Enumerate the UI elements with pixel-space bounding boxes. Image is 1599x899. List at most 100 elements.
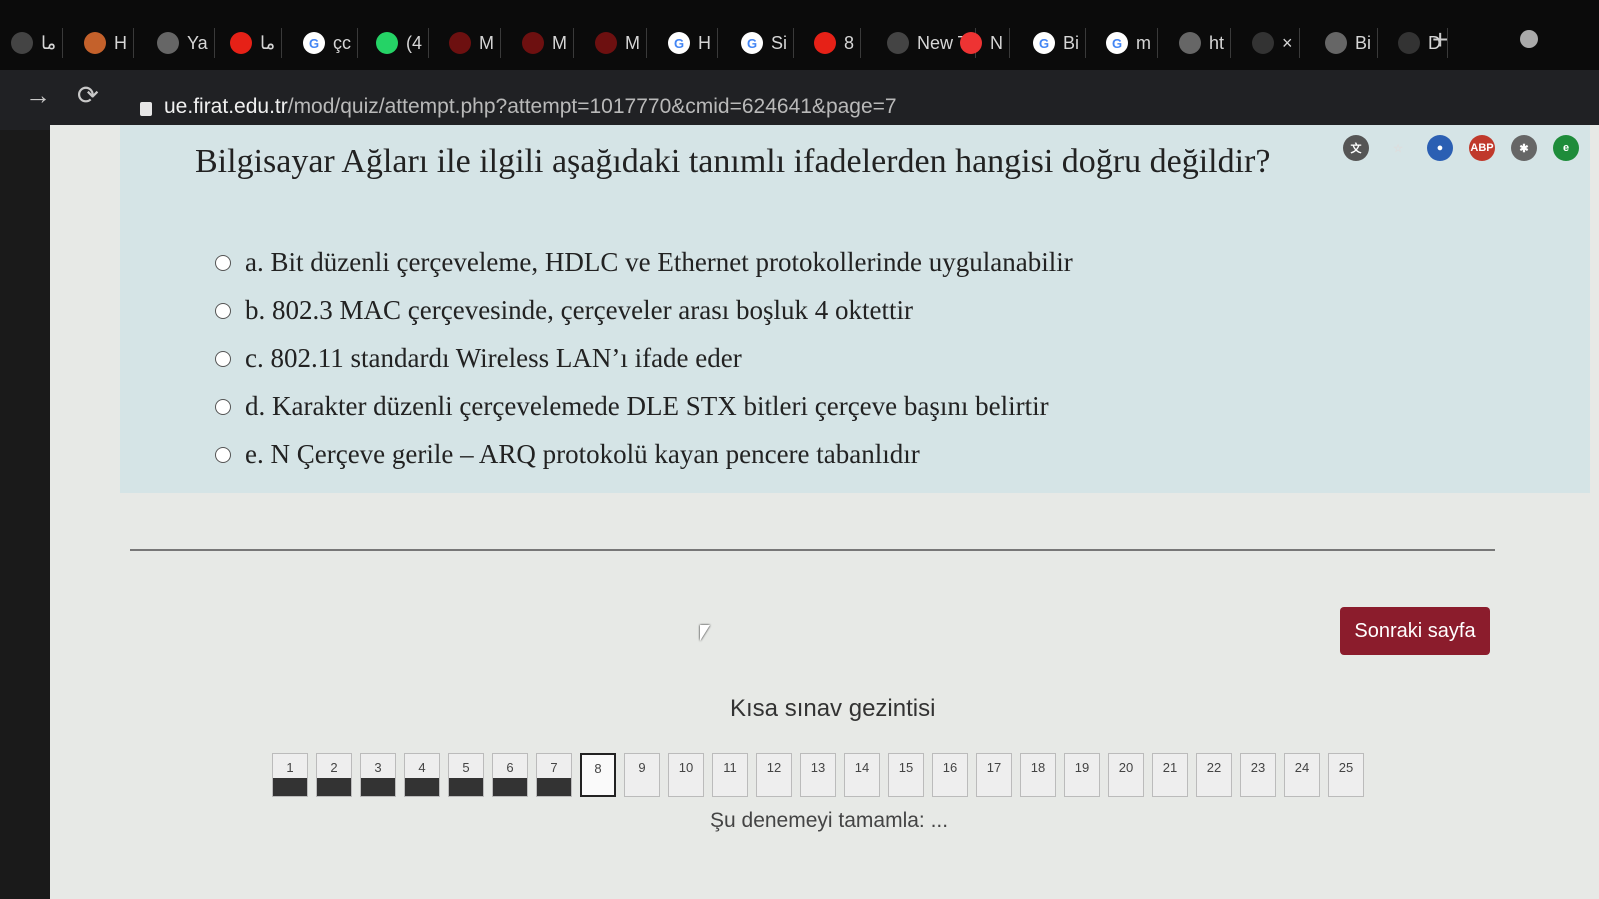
radio-button[interactable]: [215, 254, 231, 271]
question-nav-15[interactable]: 15: [888, 753, 924, 797]
question-nav-22[interactable]: 22: [1196, 753, 1232, 797]
tab-label: çc: [333, 32, 351, 53]
question-nav-3[interactable]: 3: [360, 753, 396, 797]
question-nav-10[interactable]: 10: [668, 753, 704, 797]
tab-label: ht: [1209, 32, 1225, 53]
question-nav-16[interactable]: 16: [932, 753, 968, 797]
tab-10[interactable]: GH: [662, 28, 718, 58]
tab-6[interactable]: (4: [370, 28, 430, 58]
extension-icon[interactable]: ✱: [1511, 135, 1537, 161]
tab-1[interactable]: ما: [5, 28, 64, 58]
url-path: /mod/quiz/attempt.php?attempt=1017770&cm…: [287, 95, 897, 118]
question-nav-9[interactable]: 9: [624, 753, 660, 797]
question-nav-6[interactable]: 6: [492, 753, 528, 797]
tab-5[interactable]: Gçc: [297, 28, 358, 58]
tab-2[interactable]: H: [78, 28, 134, 58]
question-nav-12[interactable]: 12: [756, 753, 792, 797]
tab-4[interactable]: ما: [224, 28, 283, 58]
address-bar[interactable]: ue.firat.edu.tr/mod/quiz/attempt.php?att…: [140, 90, 897, 124]
tab-label: Si: [771, 32, 788, 53]
finish-attempt-link[interactable]: Şu denemeyi tamamla: ...: [710, 809, 948, 833]
question-nav-8[interactable]: 8: [580, 753, 616, 797]
question-nav-11[interactable]: 11: [712, 753, 748, 797]
question-nav-25[interactable]: 25: [1328, 753, 1364, 797]
url-host: ue.firat.edu.tr: [164, 95, 288, 118]
forward-icon[interactable]: →: [25, 80, 51, 111]
tab-3[interactable]: Ya: [151, 28, 215, 58]
option-label: c. 802.11 standardı Wireless LAN’ı ifade…: [245, 343, 742, 373]
tab-15[interactable]: G Bi: [1027, 28, 1087, 58]
green-icon[interactable]: e: [1553, 135, 1579, 161]
radio-button[interactable]: [215, 446, 231, 463]
lock-icon: [140, 102, 152, 116]
option-b[interactable]: b. 802.3 MAC çerçevesinde, çerçeveler ar…: [215, 295, 913, 326]
option-label: e. N Çerçeve gerile – ARQ protokolü kaya…: [245, 439, 920, 469]
question-nav-23[interactable]: 23: [1240, 753, 1276, 797]
translate-icon[interactable]: 文: [1343, 135, 1369, 161]
question-box: Bilgisayar Ağları ile ilgili aşağıdaki t…: [120, 125, 1590, 493]
question-nav-19[interactable]: 19: [1064, 753, 1100, 797]
tab-9[interactable]: M: [589, 28, 647, 58]
tab-label: ما: [260, 32, 276, 53]
question-nav-7[interactable]: 7: [536, 753, 572, 797]
browser-tabbar: ما H Ya ما Gçc (4 M M M G H G Si 8 New T N G Bi Gm ht × Bi D +: [0, 0, 1599, 70]
question-nav-14[interactable]: 14: [844, 753, 880, 797]
divider: [130, 549, 1495, 551]
question-nav-21[interactable]: 21: [1152, 753, 1188, 797]
user-icon: [84, 32, 106, 54]
tab-14[interactable]: N: [954, 28, 1010, 58]
option-label: a. Bit düzenli çerçeveleme, HDLC ve Ethe…: [245, 247, 1073, 277]
globe-icon: [157, 32, 179, 54]
adblock-icon[interactable]: ABP: [1469, 135, 1495, 161]
question-nav-20[interactable]: 20: [1108, 753, 1144, 797]
question-nav-4[interactable]: 4: [404, 753, 440, 797]
google-icon: G: [303, 32, 325, 54]
quiz-page: Bilgisayar Ağları ile ilgili aşağıdaki t…: [50, 125, 1599, 899]
next-page-button[interactable]: Sonraki sayfa: [1340, 607, 1490, 655]
google-icon: G: [1106, 32, 1128, 54]
radio-button[interactable]: [215, 302, 231, 319]
tab-label: M: [479, 32, 494, 53]
reload-icon[interactable]: ⟳: [77, 80, 99, 111]
new-tab-button[interactable]: +: [1432, 24, 1448, 56]
tab-label: Ya: [187, 32, 208, 53]
shield-icon: [595, 32, 617, 54]
option-a[interactable]: a. Bit düzenli çerçeveleme, HDLC ve Ethe…: [215, 247, 1073, 278]
question-nav-24[interactable]: 24: [1284, 753, 1320, 797]
tab-16[interactable]: Gm: [1100, 28, 1158, 58]
question-nav-2[interactable]: 2: [316, 753, 352, 797]
tab-8[interactable]: M: [516, 28, 574, 58]
question-nav-13[interactable]: 13: [800, 753, 836, 797]
tab-label: 8: [844, 32, 855, 53]
profile-icon[interactable]: [1520, 30, 1538, 48]
google-icon: G: [668, 32, 690, 54]
question-nav-17[interactable]: 17: [976, 753, 1012, 797]
tab-label: Bi: [1063, 32, 1080, 53]
tab-label: H: [698, 32, 711, 53]
shield-icon: [449, 32, 471, 54]
tab-label: ×: [1282, 32, 1293, 53]
star-icon[interactable]: ☆: [1385, 135, 1411, 161]
radio-button[interactable]: [215, 398, 231, 415]
tab-11[interactable]: G Si: [735, 28, 795, 58]
tab-label: N: [990, 32, 1003, 53]
option-e[interactable]: e. N Çerçeve gerile – ARQ protokolü kaya…: [215, 439, 920, 470]
tab-18[interactable]: ×: [1246, 28, 1300, 58]
question-nav-18[interactable]: 18: [1020, 753, 1056, 797]
option-label: d. Karakter düzenli çerçevelemede DLE ST…: [245, 391, 1049, 421]
opera-icon[interactable]: ●: [1427, 135, 1453, 161]
option-d[interactable]: d. Karakter düzenli çerçevelemede DLE ST…: [215, 391, 1049, 422]
option-c[interactable]: c. 802.11 standardı Wireless LAN’ı ifade…: [215, 343, 742, 374]
tab-12[interactable]: 8: [808, 28, 862, 58]
question-nav-5[interactable]: 5: [448, 753, 484, 797]
tab-label: M: [625, 32, 640, 53]
tab-label: Bi: [1355, 32, 1372, 53]
question-text: Bilgisayar Ağları ile ilgili aşağıdaki t…: [195, 143, 1271, 180]
tab-17[interactable]: ht: [1173, 28, 1232, 58]
tab-19[interactable]: Bi: [1319, 28, 1379, 58]
close-icon: [1252, 32, 1274, 54]
tab-7[interactable]: M: [443, 28, 501, 58]
radio-button[interactable]: [215, 350, 231, 367]
whatsapp-icon: [376, 32, 398, 54]
question-nav-1[interactable]: 1: [272, 753, 308, 797]
